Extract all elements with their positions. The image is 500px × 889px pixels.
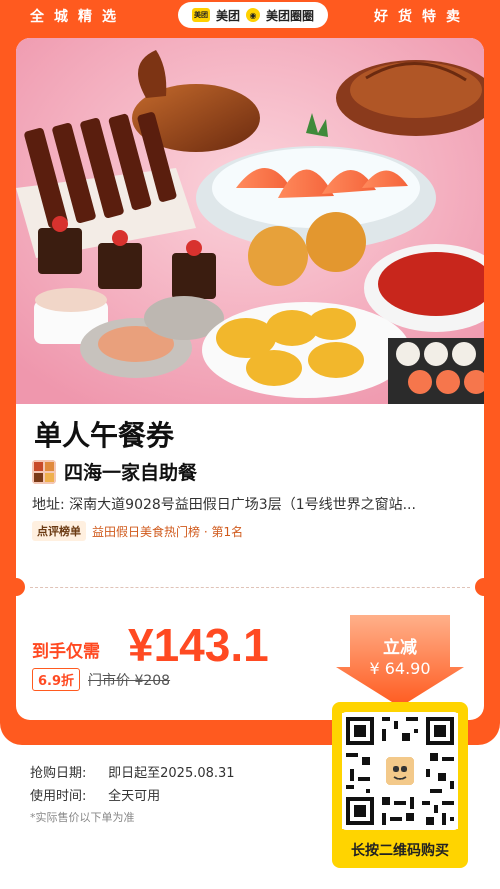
deal-title: 单人午餐券 (34, 419, 175, 452)
ticket-notch-left (16, 578, 25, 596)
top-left-slogan: 全城精选 (30, 9, 126, 25)
save-tag: 立减 ¥ 64.90 (336, 615, 464, 707)
meituan-logo-icon: 美团 (191, 8, 210, 22)
price-note: *实际售价以下单为准 (30, 811, 135, 824)
qr-card[interactable]: 长按二维码购买 (332, 702, 468, 868)
shop-row: 四海一家自助餐 (32, 458, 197, 485)
market-price: 门市价 ¥208 (88, 673, 171, 689)
purchase-date-label: 抢购日期: (30, 766, 87, 781)
ticket-notch-right (475, 578, 484, 596)
shop-avatar (32, 459, 56, 484)
brand-name-quanquan: 美团圈圈 (266, 8, 315, 23)
price-label: 到手仅需 (32, 642, 100, 662)
discount-badge: 6.9折 (32, 668, 81, 691)
purchase-date-value: 即日起至2025.08.31 (108, 766, 235, 781)
shop-name: 四海一家自助餐 (64, 462, 198, 484)
brand-name-meituan: 美团 (215, 8, 240, 23)
ticket-divider (30, 587, 470, 588)
buffet-hero-image (16, 38, 484, 404)
brand-pill: 美团 美团 ◉ 美团圈圈 (178, 2, 328, 28)
qr-code[interactable] (342, 712, 458, 830)
save-value: ¥ 64.90 (369, 659, 431, 678)
qr-code-icon (342, 713, 458, 829)
buffet-food-illustration (16, 38, 484, 404)
price-value: ¥143.1 (128, 619, 269, 671)
usage-time-label: 使用时间: (30, 789, 87, 804)
usage-time-line: 使用时间: 全天可用 (30, 785, 235, 808)
qr-label: 长按二维码购买 (351, 843, 449, 859)
quanquan-logo-icon: ◉ (246, 8, 260, 22)
ranking-row: 点评榜单 益田假日美食热门榜 · 第1名 (32, 521, 243, 541)
purchase-date-line: 抢购日期: 即日起至2025.08.31 (30, 762, 235, 785)
usage-time-value: 全天可用 (108, 789, 161, 804)
info-block: 抢购日期: 即日起至2025.08.31 使用时间: 全天可用 *实际售价以下单… (30, 762, 235, 828)
ranking-badge: 点评榜单 (32, 521, 86, 541)
poster: 全城精选 好货特卖 美团 美团 ◉ 美团圈圈 单人午餐券 四海一家自助餐 地址:… (0, 0, 500, 889)
save-title: 立减 (383, 638, 417, 658)
top-right-slogan: 好货特卖 (374, 9, 470, 25)
ranking-text: 益田假日美食热门榜 · 第1名 (92, 524, 244, 539)
shop-address: 地址: 深南大道9028号益田假日广场3层（1号线世界之窗站... (32, 497, 416, 513)
